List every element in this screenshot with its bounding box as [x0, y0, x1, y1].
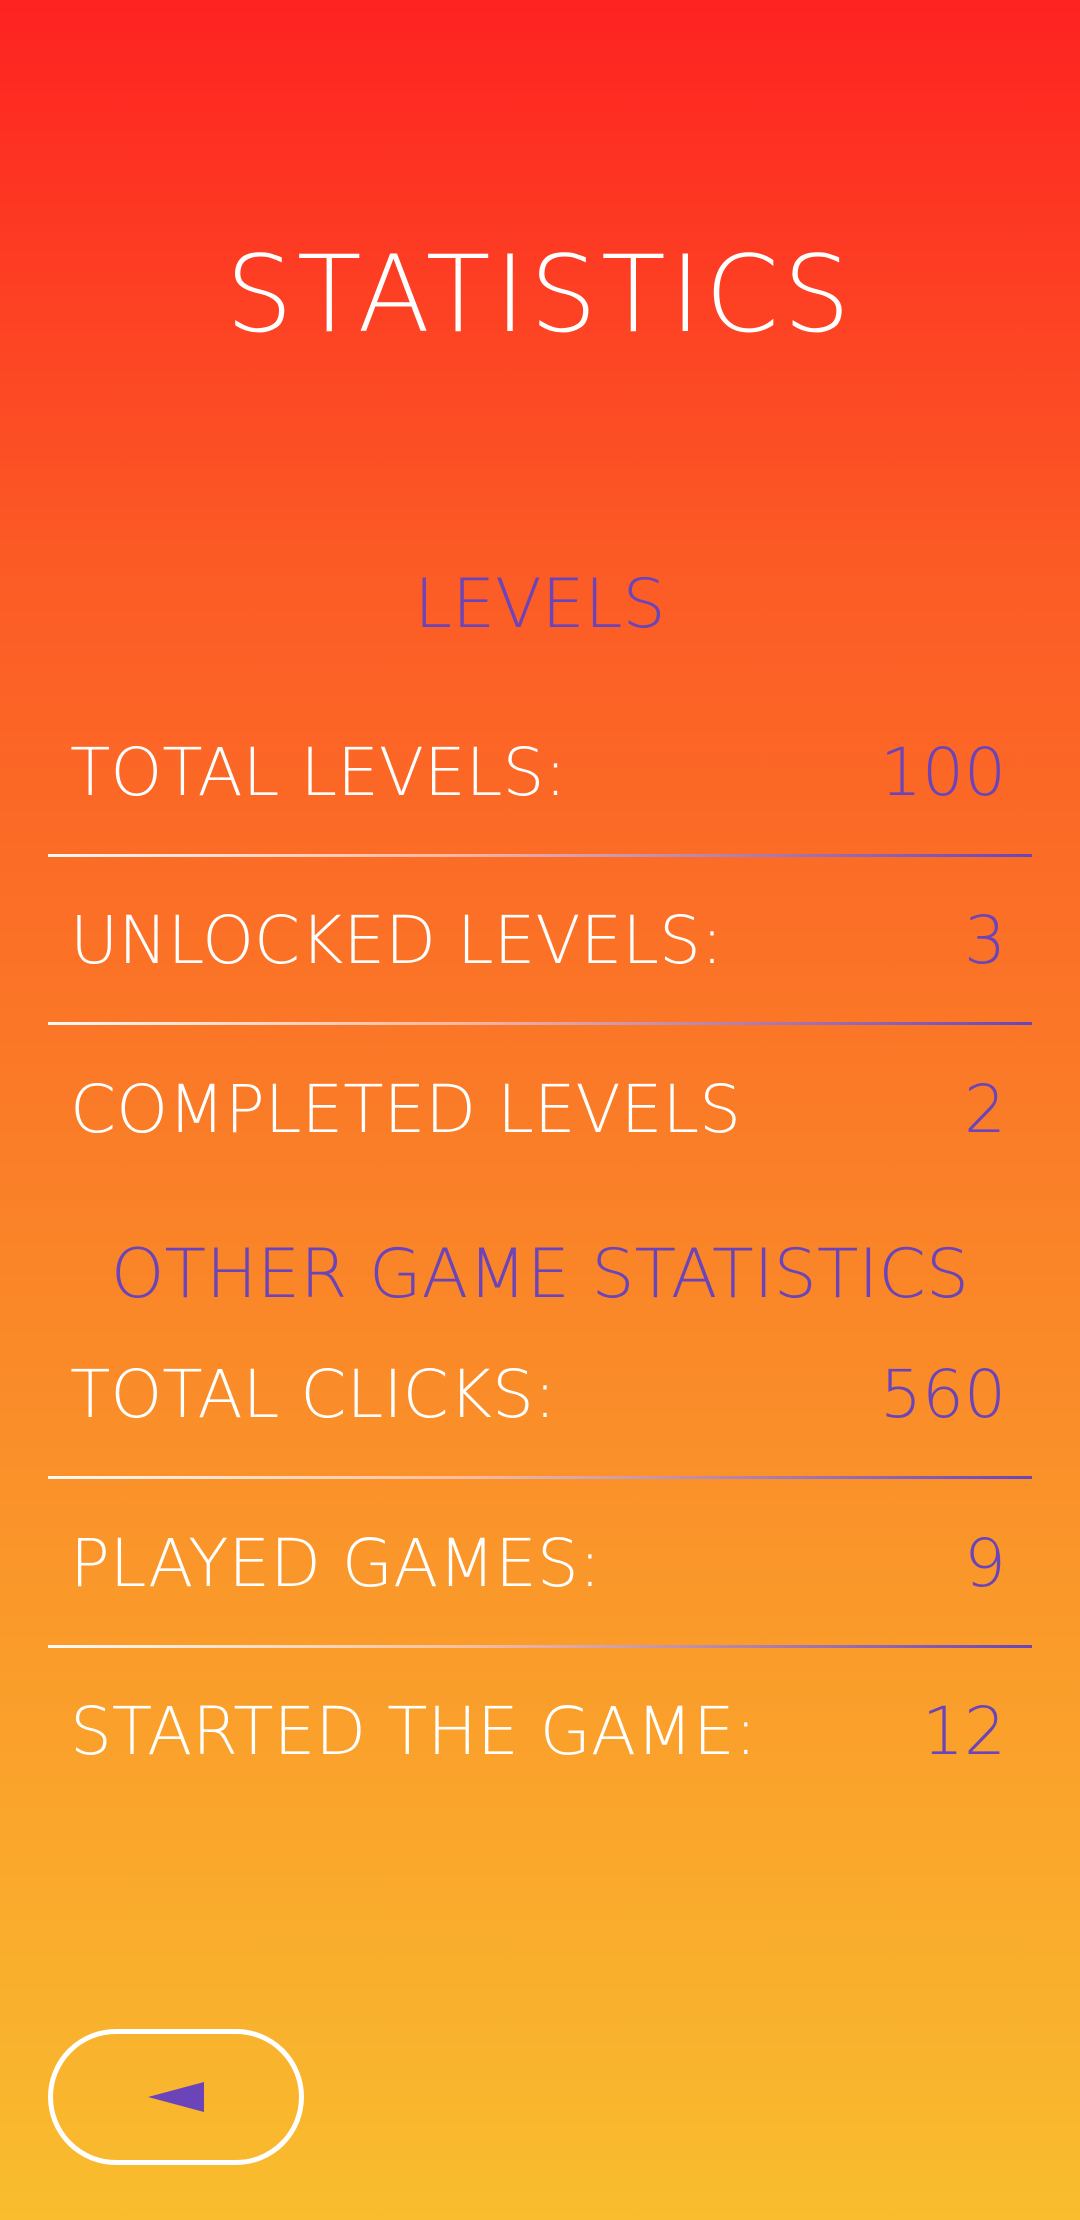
- stat-label: UNLOCKED LEVELS:: [70, 902, 724, 979]
- stat-label: PLAYED GAMES:: [70, 1525, 601, 1602]
- stat-value: 9: [964, 1525, 1006, 1602]
- row-divider: [48, 854, 1032, 857]
- stat-value: 100: [880, 734, 1006, 811]
- stat-row-total-levels: TOTAL LEVELS: 100: [48, 713, 1032, 833]
- stat-row-total-clicks: TOTAL CLICKS: 560: [48, 1335, 1032, 1455]
- stat-value: 3: [964, 902, 1006, 979]
- stat-label: COMPLETED LEVELS: [70, 1071, 742, 1148]
- page-title: STATISTICS: [225, 233, 855, 356]
- back-button[interactable]: [48, 2029, 304, 2165]
- stat-label: STARTED THE GAME:: [70, 1693, 757, 1770]
- other-statistics-heading: OTHER GAME STATISTICS: [110, 1235, 970, 1314]
- stat-label: TOTAL CLICKS:: [70, 1356, 557, 1433]
- levels-section-heading: LEVELS: [414, 565, 666, 644]
- stat-value: 2: [964, 1071, 1006, 1148]
- stat-row-started-the-game: STARTED THE GAME: 12: [48, 1672, 1032, 1792]
- stat-row-played-games: PLAYED GAMES: 9: [48, 1504, 1032, 1624]
- stat-value: 12: [922, 1693, 1006, 1770]
- row-divider: [48, 1645, 1032, 1648]
- back-arrow-icon: [148, 2082, 204, 2112]
- stat-value: 560: [880, 1356, 1006, 1433]
- stat-row-completed-levels: COMPLETED LEVELS 2: [48, 1050, 1032, 1170]
- stat-row-unlocked-levels: UNLOCKED LEVELS: 3: [48, 881, 1032, 1001]
- row-divider: [48, 1022, 1032, 1025]
- row-divider: [48, 1476, 1032, 1479]
- stat-label: TOTAL LEVELS:: [70, 734, 567, 811]
